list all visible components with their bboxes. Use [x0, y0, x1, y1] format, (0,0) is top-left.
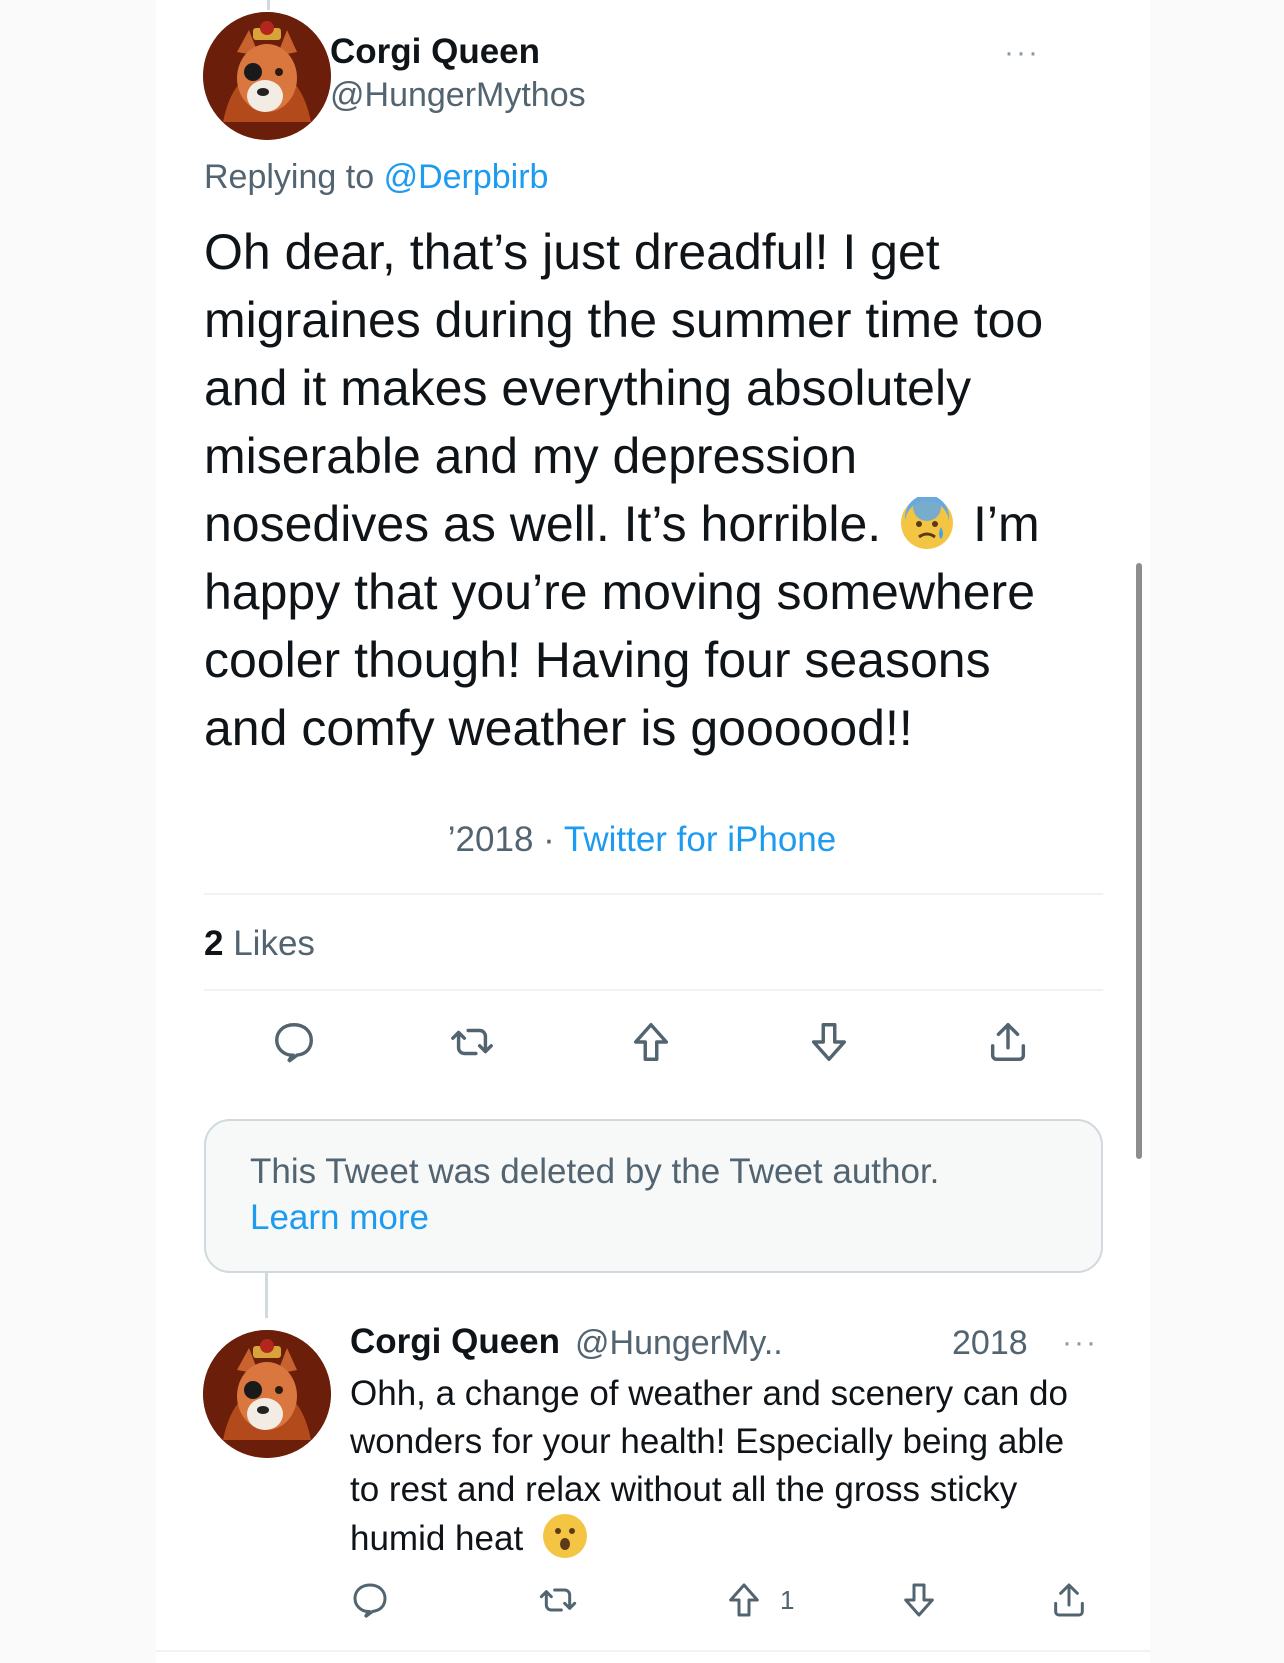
- avatar[interactable]: [203, 1330, 331, 1458]
- likes-summary[interactable]: 2 Likes: [204, 924, 315, 964]
- tweet-date[interactable]: ’2018: [448, 820, 534, 859]
- thread-line: [267, 0, 270, 10]
- reply-text-body: Ohh, a change of weather and scenery can…: [350, 1374, 1068, 1558]
- deleted-tweet-notice: This Tweet was deleted by the Tweet auth…: [204, 1119, 1103, 1273]
- divider: [156, 1650, 1150, 1652]
- replying-to: Replying to @Derpbirb: [204, 158, 548, 197]
- reply-author-name[interactable]: Corgi Queen: [350, 1322, 560, 1362]
- share-icon[interactable]: [1043, 1574, 1095, 1626]
- downvote-icon[interactable]: [893, 1574, 945, 1626]
- reply-icon[interactable]: [344, 1574, 396, 1626]
- more-options-icon[interactable]: ···: [1062, 1328, 1098, 1358]
- anxious-face-emoji-icon: [901, 493, 954, 549]
- tweet-source-link[interactable]: Twitter for iPhone: [564, 820, 836, 859]
- learn-more-link[interactable]: Learn more: [250, 1195, 1057, 1241]
- tweet-meta: ’2018 · Twitter for iPhone: [0, 820, 1284, 860]
- scrollbar[interactable]: [1136, 563, 1142, 1159]
- tweet-text: Oh dear, that’s just dreadful! I get mig…: [204, 218, 1084, 762]
- reply-icon[interactable]: [268, 1016, 320, 1068]
- author-handle[interactable]: @HungerMythos: [330, 76, 586, 115]
- upvote-count: 1: [780, 1585, 795, 1615]
- upvote-icon[interactable]: [718, 1574, 770, 1626]
- reply-header: Corgi Queen @HungerMy.. 2018 ···: [350, 1322, 1100, 1368]
- divider: [204, 893, 1103, 895]
- likes-count: 2: [204, 924, 224, 963]
- downvote-icon[interactable]: [803, 1016, 855, 1068]
- thread-line: [265, 1272, 268, 1318]
- deleted-notice-text: This Tweet was deleted by the Tweet auth…: [250, 1152, 940, 1191]
- upvote-icon[interactable]: [625, 1016, 677, 1068]
- surprised-face-emoji-icon: [542, 1514, 587, 1558]
- corgi-avatar-illustration: [203, 12, 331, 140]
- more-options-icon[interactable]: ···: [1004, 38, 1040, 68]
- share-icon[interactable]: [982, 1016, 1034, 1068]
- retweet-icon[interactable]: [446, 1016, 498, 1068]
- likes-label: Likes: [233, 924, 315, 963]
- retweet-icon[interactable]: [532, 1574, 584, 1626]
- replying-to-link[interactable]: @Derpbirb: [384, 158, 549, 196]
- meta-separator: ·: [543, 820, 555, 859]
- reply-text: Ohh, a change of weather and scenery can…: [350, 1370, 1100, 1563]
- divider: [204, 989, 1103, 991]
- reply-author-handle[interactable]: @HungerMy..: [575, 1324, 783, 1363]
- avatar[interactable]: [203, 12, 331, 140]
- author-name[interactable]: Corgi Queen: [330, 32, 540, 72]
- reply-date[interactable]: 2018: [952, 1324, 1028, 1363]
- replying-prefix: Replying to: [204, 158, 375, 196]
- corgi-avatar-illustration: [203, 1330, 331, 1458]
